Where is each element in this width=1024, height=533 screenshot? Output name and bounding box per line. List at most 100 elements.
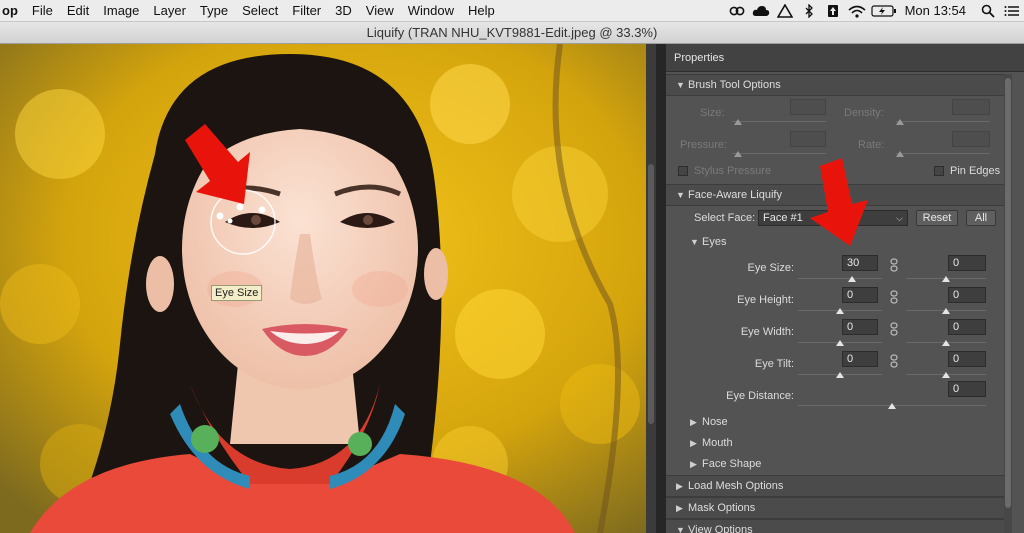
eye-width-right-field[interactable]: 0 bbox=[948, 319, 986, 335]
chevron-down-icon: ⌵ bbox=[896, 213, 903, 223]
menu-edit[interactable]: Edit bbox=[60, 0, 96, 22]
rate-slider[interactable] bbox=[896, 149, 990, 159]
menu-select[interactable]: Select bbox=[235, 0, 285, 22]
stylus-pressure-checkbox[interactable] bbox=[678, 166, 688, 176]
search-icon[interactable] bbox=[976, 0, 1000, 22]
properties-panel: Properties ▼ Brush Tool Options Size: De… bbox=[666, 44, 1024, 533]
select-face-value: Face #1 bbox=[763, 212, 803, 224]
battery-icon[interactable] bbox=[869, 0, 899, 22]
bluetooth-icon[interactable] bbox=[797, 0, 821, 22]
share-icon[interactable] bbox=[821, 0, 845, 22]
section-label: Load Mesh Options bbox=[688, 480, 784, 492]
panel-divider bbox=[656, 44, 666, 533]
pin-edges-checkbox[interactable] bbox=[934, 166, 944, 176]
eye-tilt-right-slider[interactable] bbox=[906, 370, 986, 380]
mouth-label: Mouth bbox=[702, 437, 733, 449]
image-canvas[interactable]: Eye Size bbox=[0, 44, 646, 533]
section-mask-options[interactable]: ▶ Mask Options bbox=[666, 497, 1004, 519]
size-slider[interactable] bbox=[732, 117, 826, 127]
nose-subsection[interactable]: ▶ Nose bbox=[666, 413, 996, 431]
eye-height-right-field[interactable]: 0 bbox=[948, 287, 986, 303]
link-icon[interactable] bbox=[890, 258, 898, 272]
menu-help[interactable]: Help bbox=[461, 0, 502, 22]
expand-triangle-icon: ▶ bbox=[690, 459, 697, 469]
collapse-triangle-icon: ▼ bbox=[676, 80, 685, 90]
menu-image[interactable]: Image bbox=[96, 0, 146, 22]
pressure-label: Pressure: bbox=[680, 139, 728, 151]
eyes-label: Eyes bbox=[702, 236, 727, 248]
menu-type[interactable]: Type bbox=[193, 0, 235, 22]
expand-triangle-icon: ▶ bbox=[690, 417, 697, 427]
eye-tilt-right-field[interactable]: 0 bbox=[948, 351, 986, 367]
menu-view[interactable]: View bbox=[359, 0, 401, 22]
menu-3d[interactable]: 3D bbox=[328, 0, 359, 22]
link-icon[interactable] bbox=[890, 290, 898, 304]
creative-cloud-icon[interactable] bbox=[725, 0, 749, 22]
select-face-label: Select Face: bbox=[694, 212, 756, 224]
eye-size-right-field[interactable]: 0 bbox=[948, 255, 986, 271]
expand-triangle-icon: ▶ bbox=[690, 438, 697, 448]
section-view-options[interactable]: ▼ View Options bbox=[666, 519, 1004, 533]
expand-triangle-icon: ▶ bbox=[676, 481, 683, 491]
wifi-icon[interactable] bbox=[845, 0, 869, 22]
menu-bar: op File Edit Image Layer Type Select Fil… bbox=[0, 0, 1024, 22]
link-icon[interactable] bbox=[890, 322, 898, 336]
eye-distance-slider[interactable] bbox=[798, 401, 986, 411]
density-label: Density: bbox=[844, 107, 884, 119]
eye-size-right-slider[interactable] bbox=[906, 274, 986, 284]
section-label: Brush Tool Options bbox=[688, 79, 781, 91]
menu-app[interactable]: op bbox=[0, 0, 25, 22]
eye-size-left-field[interactable]: 30 bbox=[842, 255, 878, 271]
link-icon[interactable] bbox=[890, 354, 898, 368]
mouth-subsection[interactable]: ▶ Mouth bbox=[666, 434, 996, 452]
density-field[interactable] bbox=[952, 99, 990, 115]
section-load-mesh-options[interactable]: ▶ Load Mesh Options bbox=[666, 475, 1004, 497]
menu-window[interactable]: Window bbox=[401, 0, 461, 22]
eye-size-tooltip: Eye Size bbox=[211, 285, 263, 301]
eye-width-label: Eye Width: bbox=[740, 326, 794, 338]
reset-button[interactable]: Reset bbox=[916, 210, 958, 226]
menu-filter[interactable]: Filter bbox=[285, 0, 328, 22]
annotation-arrow-panel-icon bbox=[810, 158, 868, 246]
size-field[interactable] bbox=[790, 99, 826, 115]
panel-scrollbar[interactable] bbox=[1004, 74, 1012, 533]
eye-distance-field[interactable]: 0 bbox=[948, 381, 986, 397]
menu-file[interactable]: File bbox=[25, 0, 60, 22]
eye-height-left-field[interactable]: 0 bbox=[842, 287, 878, 303]
collapse-triangle-icon: ▼ bbox=[690, 237, 699, 247]
eye-size-left-slider[interactable] bbox=[798, 274, 882, 284]
density-slider[interactable] bbox=[896, 117, 990, 127]
eye-tilt-label: Eye Tilt: bbox=[754, 358, 794, 370]
window-title: Liquify (TRAN NHU_KVT9881-Edit.jpeg @ 33… bbox=[0, 22, 1024, 44]
expand-triangle-icon: ▶ bbox=[676, 503, 683, 513]
clock[interactable]: Mon 13:54 bbox=[899, 0, 976, 22]
canvas-vertical-scrollbar[interactable] bbox=[646, 44, 656, 533]
section-label: Mask Options bbox=[688, 502, 756, 514]
eye-size-label: Eye Size: bbox=[747, 262, 794, 274]
eye-height-right-slider[interactable] bbox=[906, 306, 986, 316]
section-label: View Options bbox=[688, 524, 753, 533]
drive-icon[interactable] bbox=[773, 0, 797, 22]
collapse-triangle-icon: ▼ bbox=[676, 525, 685, 533]
eye-width-left-field[interactable]: 0 bbox=[842, 319, 878, 335]
collapse-triangle-icon: ▼ bbox=[676, 190, 685, 200]
portrait-photo bbox=[0, 44, 646, 533]
rate-label: Rate: bbox=[858, 139, 885, 151]
face-shape-subsection[interactable]: ▶ Face Shape bbox=[666, 455, 996, 473]
eye-width-right-slider[interactable] bbox=[906, 338, 986, 348]
eye-width-left-slider[interactable] bbox=[798, 338, 882, 348]
section-brush-tool-options[interactable]: ▼ Brush Tool Options bbox=[666, 74, 1004, 96]
eye-height-label: Eye Height: bbox=[737, 294, 794, 306]
all-button[interactable]: All bbox=[966, 210, 996, 226]
pin-edges-label: Pin Edges bbox=[950, 165, 1001, 177]
size-label: Size: bbox=[700, 107, 725, 119]
eye-height-left-slider[interactable] bbox=[798, 306, 882, 316]
eye-tilt-left-slider[interactable] bbox=[798, 370, 882, 380]
eye-distance-label: Eye Distance: bbox=[726, 390, 794, 402]
rate-field[interactable] bbox=[952, 131, 990, 147]
menu-layer[interactable]: Layer bbox=[146, 0, 193, 22]
eye-tilt-left-field[interactable]: 0 bbox=[842, 351, 878, 367]
list-icon[interactable] bbox=[1000, 0, 1024, 22]
pressure-field[interactable] bbox=[790, 131, 826, 147]
cloud-icon[interactable] bbox=[749, 0, 773, 22]
